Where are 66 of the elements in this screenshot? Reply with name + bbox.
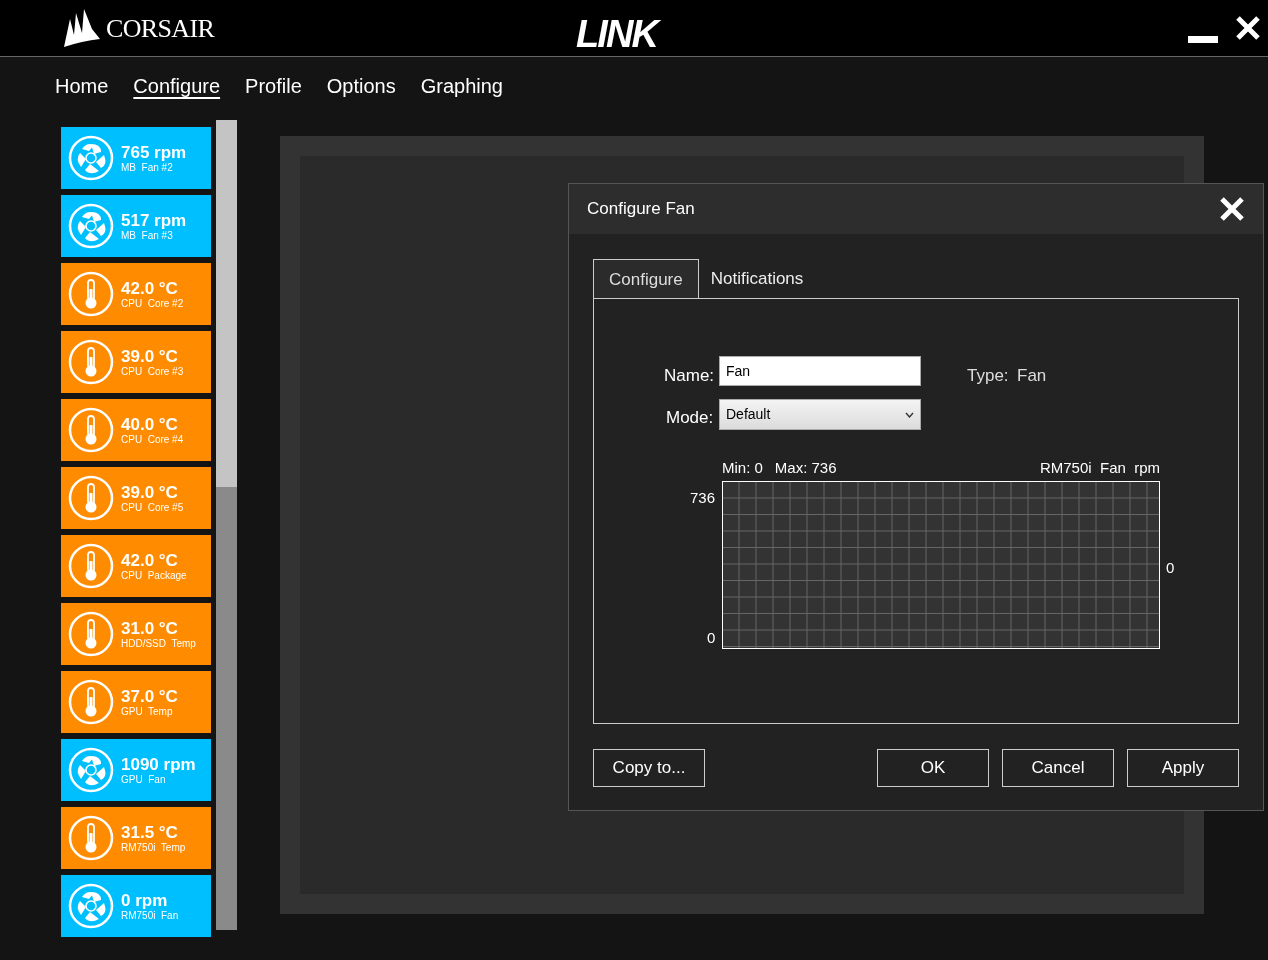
fan-icon	[68, 203, 114, 249]
mode-dropdown[interactable]: Default	[719, 399, 921, 430]
sensor-name: CPU Core #4	[121, 434, 184, 445]
axis-label: 0	[707, 628, 716, 648]
sails-logo-icon	[62, 9, 102, 47]
nav-tab[interactable]: Home	[55, 71, 109, 111]
dialog-button[interactable]: Apply	[1127, 749, 1239, 787]
dialog-tab[interactable]: Notifications	[698, 260, 816, 298]
sensor-name: RM750i Temp	[121, 842, 186, 853]
thermometer-icon	[68, 679, 114, 725]
thermometer-icon	[68, 271, 114, 317]
dialog-button[interactable]: Cancel	[1002, 749, 1114, 787]
current-value: 0	[1166, 558, 1175, 578]
max-value: Max: 736	[774, 458, 837, 478]
dialog-button[interactable]: OK	[877, 749, 989, 787]
min-value: Min: 0	[722, 458, 763, 478]
sensor-reading: 517 rpm	[121, 211, 187, 229]
fan-icon	[68, 747, 114, 793]
sensor-name: GPU Fan	[121, 774, 167, 785]
sensor-name: MB Fan #3	[121, 230, 174, 241]
thermometer-icon	[68, 407, 114, 453]
close-button[interactable]	[1234, 14, 1262, 42]
type-label: Type:	[967, 365, 1009, 387]
sensor-name: CPU Core #2	[121, 298, 184, 309]
sensor-reading: 31.5 °C	[121, 823, 179, 841]
sensor-name: HDD/SSD Temp	[121, 638, 196, 649]
dialog-tab[interactable]: Configure	[593, 259, 699, 299]
thermometer-icon	[68, 475, 114, 521]
nav-tab[interactable]: Profile	[245, 71, 302, 111]
type-value: Fan	[1017, 365, 1047, 387]
name-label: Name:	[664, 365, 715, 387]
sensor-reading: 42.0 °C	[121, 279, 179, 297]
chevron-down-icon	[905, 411, 914, 418]
sensor-name: GPU Temp	[121, 706, 174, 717]
sensor-reading: 37.0 °C	[121, 687, 178, 705]
fan-icon	[68, 135, 114, 181]
sensor-name: MB Fan #2	[121, 162, 174, 173]
thermometer-icon	[68, 815, 114, 861]
sensor-reading: 40.0 °C	[121, 415, 179, 433]
fan-icon	[68, 883, 114, 929]
sensor-reading: 1090 rpm	[121, 755, 196, 773]
thermometer-icon	[68, 339, 114, 385]
name-field[interactable]: Fan	[719, 356, 921, 386]
sensor-reading: 39.0 °C	[121, 483, 179, 501]
sensor-name: CPU Core #3	[121, 366, 184, 377]
sensor-reading: 42.0 °C	[121, 551, 179, 569]
series-label: RM750i Fan rpm	[1039, 458, 1160, 478]
scrollbar[interactable]	[216, 120, 237, 930]
sensor-reading: 0 rpm	[121, 891, 169, 909]
thermometer-icon	[68, 611, 114, 657]
sensor-reading: 31.0 °C	[121, 619, 179, 637]
thermometer-icon	[68, 543, 114, 589]
dialog-title: Configure Fan	[587, 198, 695, 221]
nav-tab[interactable]: Graphing	[420, 71, 503, 111]
sensor-reading: 39.0 °C	[121, 347, 179, 365]
axis-label: 736	[690, 488, 716, 508]
sensor-name: CPU Package	[121, 570, 187, 581]
dialog-button[interactable]: Copy to...	[593, 749, 705, 787]
nav-tab[interactable]: Configure	[133, 71, 221, 111]
sensor-reading: 765 rpm	[121, 143, 187, 161]
sensor-name: RM750i Fan	[121, 910, 179, 921]
close-button[interactable]	[1219, 196, 1245, 222]
nav-tab[interactable]: Options	[326, 71, 396, 111]
mode-label: Mode:	[666, 407, 714, 429]
brand-logo: CORSAIR	[106, 12, 215, 45]
sensor-name: CPU Core #5	[121, 502, 184, 513]
